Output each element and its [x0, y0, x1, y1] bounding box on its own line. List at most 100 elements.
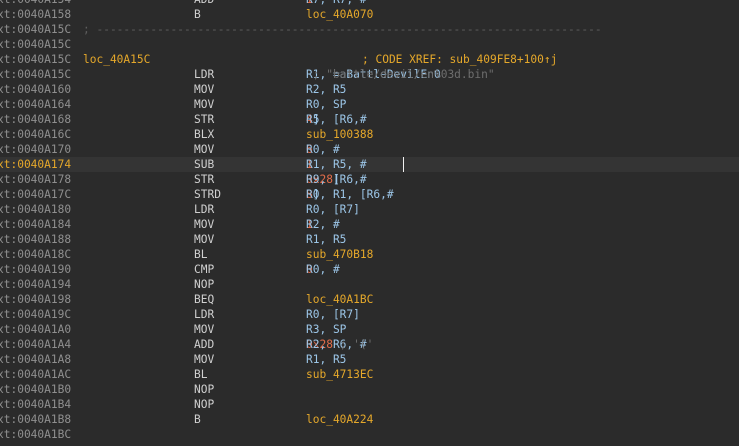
branch-target[interactable]: sub_4713EC: [306, 367, 373, 382]
code-line[interactable]: xt:0040A154 ADD R7, R7, #1: [0, 0, 739, 7]
operand-text[interactable]: R7, R7, #: [306, 0, 367, 7]
operand-text[interactable]: R1, R5: [306, 352, 346, 367]
address[interactable]: xt:0040A1A8: [0, 352, 71, 367]
code-line[interactable]: xt:0040A170 MOV R0, #6: [0, 142, 739, 157]
code-line[interactable]: xt:0040A1B0 NOP: [0, 382, 739, 397]
operands[interactable]: R9, [R6,# 0x28]: [306, 172, 367, 187]
mnemonic[interactable]: LDR: [194, 307, 214, 322]
address[interactable]: xt:0040A1BC: [0, 427, 71, 442]
code-line[interactable]: xt:0040A15C LDR R1, =aBattleDevilEn0 ; "ba…: [0, 67, 739, 82]
current-line[interactable]: xt:0040A174 SUB R1, R5, #1: [0, 157, 739, 172]
operands[interactable]: R2, #1: [306, 217, 340, 232]
mnemonic[interactable]: CMP: [194, 262, 214, 277]
mnemonic[interactable]: MOV: [194, 82, 214, 97]
code-line[interactable]: xt:0040A18C BL sub_470B18: [0, 247, 739, 262]
code-line[interactable]: xt:0040A194 NOP: [0, 277, 739, 292]
mnemonic[interactable]: STR: [194, 112, 214, 127]
code-line[interactable]: xt:0040A1A4 ADD R2, R6, #0x28 ; '(': [0, 337, 739, 352]
mnemonic[interactable]: NOP: [194, 277, 214, 292]
address[interactable]: xt:0040A184: [0, 217, 71, 232]
mnemonic[interactable]: MOV: [194, 142, 214, 157]
address[interactable]: xt:0040A170: [0, 142, 71, 157]
address[interactable]: xt:0040A19C: [0, 307, 71, 322]
code-label[interactable]: loc_40A15C: [83, 52, 150, 67]
address[interactable]: xt:0040A198: [0, 292, 71, 307]
code-line[interactable]: xt:0040A198 BEQ loc_40A1BC: [0, 292, 739, 307]
code-line[interactable]: xt:0040A17C STRD R0, R1, [R6,# 8]: [0, 187, 739, 202]
operands[interactable]: R0, #0: [306, 262, 340, 277]
operands[interactable]: R1, R5, #1: [306, 157, 367, 172]
code-line[interactable]: xt:0040A158 Bloc_40A070: [0, 7, 739, 22]
address[interactable]: xt:0040A164: [0, 97, 71, 112]
mnemonic[interactable]: BL: [194, 247, 207, 262]
address[interactable]: xt:0040A16C: [0, 127, 71, 142]
operand-text[interactable]: R1, R5, #: [306, 157, 367, 172]
address[interactable]: xt:0040A1AC: [0, 367, 71, 382]
operand-text[interactable]: R2, #: [306, 217, 340, 232]
operand-text[interactable]: R0, SP: [306, 97, 346, 112]
mnemonic[interactable]: MOV: [194, 232, 214, 247]
mnemonic[interactable]: NOP: [194, 382, 214, 397]
address[interactable]: xt:0040A174: [0, 157, 71, 172]
address[interactable]: xt:0040A1B0: [0, 382, 71, 397]
mnemonic[interactable]: ADD: [194, 337, 214, 352]
code-line[interactable]: xt:0040A15C loc_40A15C ; CODE XREF: sub_40…: [0, 52, 739, 67]
address[interactable]: xt:0040A1B4: [0, 397, 71, 412]
operand-text[interactable]: ]: [313, 187, 320, 202]
code-line[interactable]: xt:0040A160 MOV R2, R5: [0, 82, 739, 97]
address[interactable]: xt:0040A168: [0, 112, 71, 127]
operand-text[interactable]: R0, #: [306, 142, 340, 157]
code-line[interactable]: xt:0040A15C ; ---------------------------…: [0, 22, 739, 37]
mnemonic[interactable]: NOP: [194, 397, 214, 412]
address[interactable]: xt:0040A190: [0, 262, 71, 277]
code-line[interactable]: xt:0040A1B8 Bloc_40A224: [0, 412, 739, 427]
mnemonic[interactable]: SUB: [194, 157, 214, 172]
code-line[interactable]: xt:0040A178 STR R9, [R6,# 0x28]: [0, 172, 739, 187]
mnemonic[interactable]: MOV: [194, 322, 214, 337]
operand-text[interactable]: ]: [313, 112, 320, 127]
operands[interactable]: R5, [R6,# 4]: [306, 112, 367, 127]
address[interactable]: xt:0040A17C: [0, 187, 71, 202]
code-xref-comment[interactable]: ; CODE XREF: sub_409FE8+100↑j: [362, 52, 557, 67]
code-line[interactable]: xt:0040A188 MOV R1, R5: [0, 232, 739, 247]
code-line[interactable]: xt:0040A168 STR R5, [R6,# 4]: [0, 112, 739, 127]
mnemonic[interactable]: STR: [194, 172, 214, 187]
mnemonic[interactable]: BLX: [194, 127, 214, 142]
address[interactable]: xt:0040A15C: [0, 67, 71, 82]
code-line[interactable]: xt:0040A180 LDR R0, [R7]: [0, 202, 739, 217]
code-line[interactable]: xt:0040A1BC: [0, 427, 739, 442]
address[interactable]: xt:0040A154: [0, 0, 71, 7]
address[interactable]: xt:0040A15C: [0, 37, 71, 52]
operands[interactable]: R0, #6: [306, 142, 340, 157]
branch-target[interactable]: loc_40A224: [306, 412, 373, 427]
code-line[interactable]: xt:0040A184 MOV R2, #1: [0, 217, 739, 232]
code-line[interactable]: xt:0040A15C: [0, 37, 739, 52]
address[interactable]: xt:0040A180: [0, 202, 71, 217]
operand-text[interactable]: R0, [R7]: [306, 202, 360, 217]
disassembly-listing[interactable]: xt:0040A154 ADD R7, R7, #1 xt:0040A158 Bloc_…: [0, 0, 739, 446]
branch-target[interactable]: sub_100388: [306, 127, 373, 142]
address[interactable]: xt:0040A188: [0, 232, 71, 247]
mnemonic[interactable]: B: [194, 7, 201, 22]
mnemonic[interactable]: MOV: [194, 97, 214, 112]
mnemonic[interactable]: B: [194, 412, 201, 427]
branch-target[interactable]: loc_40A070: [306, 7, 373, 22]
operands[interactable]: R7, R7, #1: [306, 0, 367, 7]
address[interactable]: xt:0040A1A0: [0, 322, 71, 337]
address[interactable]: xt:0040A18C: [0, 247, 71, 262]
code-line[interactable]: xt:0040A16C BLX sub_100388: [0, 127, 739, 142]
address[interactable]: xt:0040A15C: [0, 52, 71, 67]
operands[interactable]: R0, R1, [R6,# 8]: [306, 187, 394, 202]
mnemonic[interactable]: ADD: [194, 0, 214, 7]
operand-text[interactable]: R2, R5: [306, 82, 346, 97]
address[interactable]: xt:0040A1B8: [0, 412, 71, 427]
code-line[interactable]: xt:0040A190 CMP R0, #0: [0, 262, 739, 277]
operand-text[interactable]: R3, SP: [306, 322, 346, 337]
branch-target[interactable]: sub_470B18: [306, 247, 373, 262]
mnemonic[interactable]: MOV: [194, 217, 214, 232]
operand-text[interactable]: ]: [333, 172, 340, 187]
address[interactable]: xt:0040A1A4: [0, 337, 71, 352]
mnemonic[interactable]: BL: [194, 367, 207, 382]
branch-target[interactable]: loc_40A1BC: [306, 292, 373, 307]
code-line[interactable]: xt:0040A1A8 MOV R1, R5: [0, 352, 739, 367]
